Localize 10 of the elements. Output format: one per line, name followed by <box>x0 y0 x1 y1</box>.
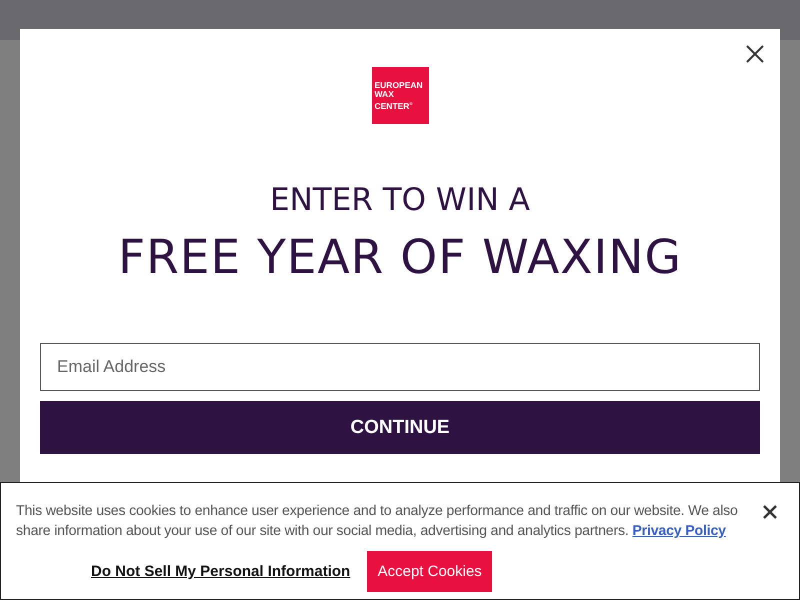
continue-button[interactable]: CONTINUE <box>40 401 760 454</box>
privacy-policy-link[interactable]: Privacy Policy <box>632 523 726 539</box>
cookie-notice: This website uses cookies to enhance user experience and to analyze performance and traffic on our website. We also share information about your use of our site with our social media, advertising and analytics partners. Privacy Policy <box>16 502 739 541</box>
email-field[interactable]: Email Address <box>40 343 760 391</box>
headline: ENTER TO WIN A <box>270 182 530 218</box>
close-icon[interactable] <box>763 505 777 519</box>
accept-cookies-button[interactable]: Accept Cookies <box>367 551 492 592</box>
do-not-sell-link[interactable]: Do Not Sell My Personal Information <box>91 563 350 580</box>
close-icon[interactable] <box>744 43 766 65</box>
subheadline: FREE YEAR OF WAXING <box>118 230 682 285</box>
